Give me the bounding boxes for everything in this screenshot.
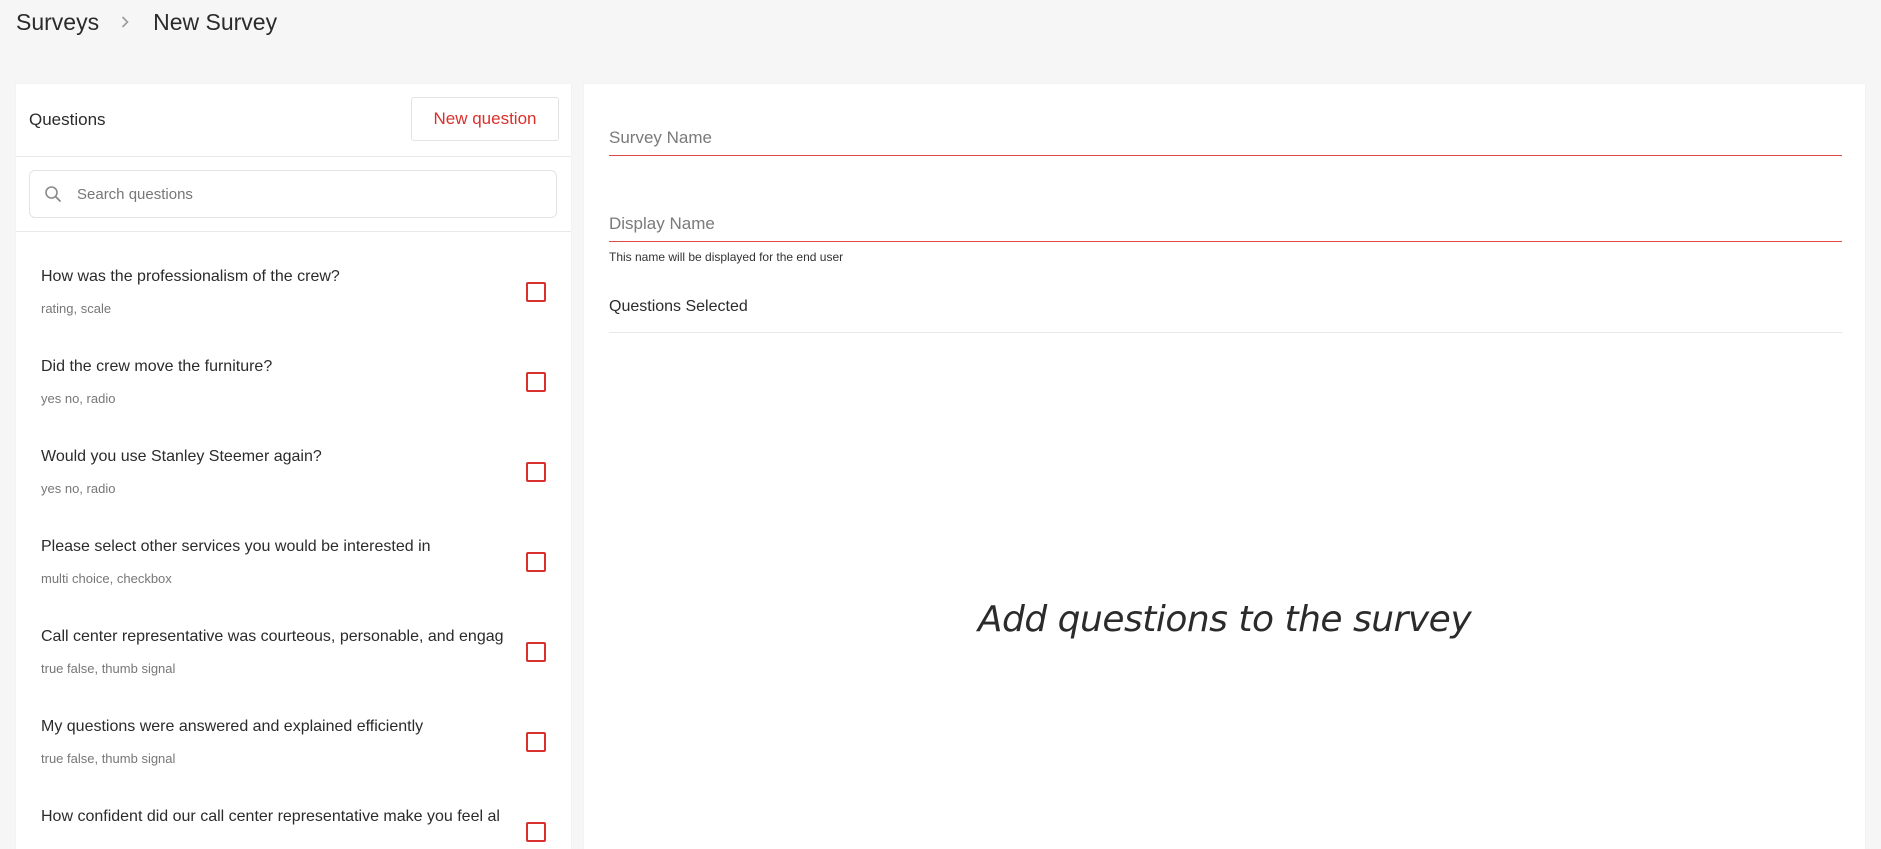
display-name-helper-text: This name will be displayed for the end … [609, 250, 844, 264]
question-text: Call center representative was courteous… [41, 628, 504, 645]
question-checkbox[interactable] [526, 282, 546, 302]
search-box[interactable] [29, 170, 557, 218]
question-tags: yes no, radio [41, 391, 116, 406]
search-bar [16, 157, 571, 232]
question-text: My questions were answered and explained… [41, 718, 424, 735]
search-input[interactable] [75, 184, 519, 204]
page-title: New Survey [153, 8, 278, 35]
question-item[interactable]: Would you use Stanley Steemer again? yes… [16, 440, 571, 530]
questions-selected-title: Questions Selected [609, 298, 748, 315]
question-checkbox[interactable] [526, 642, 546, 662]
question-item[interactable]: Please select other services you would b… [16, 530, 571, 620]
search-icon [44, 185, 62, 203]
chevron-right-icon [119, 16, 131, 28]
questions-panel: Questions New question How was the profe… [16, 84, 571, 849]
survey-name-field [609, 128, 1842, 156]
questions-panel-header: Questions New question [16, 84, 571, 157]
question-text: Please select other services you would b… [41, 538, 431, 555]
question-item[interactable]: Did the crew move the furniture? yes no,… [16, 350, 571, 440]
question-list: How was the professionalism of the crew?… [16, 260, 571, 849]
question-checkbox[interactable] [526, 372, 546, 392]
survey-name-input[interactable] [609, 128, 1842, 155]
display-name-field [609, 214, 1842, 242]
survey-form-panel: This name will be displayed for the end … [584, 84, 1865, 849]
question-tags: true false, thumb signal [41, 751, 176, 766]
breadcrumb-surveys-link[interactable]: Surveys [16, 9, 99, 36]
divider [609, 332, 1842, 333]
question-tags: multi choice, checkbox [41, 571, 172, 586]
question-checkbox[interactable] [526, 552, 546, 572]
question-item[interactable]: How was the professionalism of the crew?… [16, 260, 571, 350]
question-tags: yes no, radio [41, 481, 116, 496]
question-item[interactable]: Call center representative was courteous… [16, 620, 571, 710]
question-text: Would you use Stanley Steemer again? [41, 448, 322, 465]
question-item[interactable]: My questions were answered and explained… [16, 710, 571, 800]
display-name-input[interactable] [609, 214, 1842, 241]
question-text: How confident did our call center repres… [41, 808, 500, 825]
question-item[interactable]: How confident did our call center repres… [16, 800, 571, 849]
empty-state-message: Add questions to the survey [977, 599, 1472, 640]
question-checkbox[interactable] [526, 822, 546, 842]
questions-panel-title: Questions [29, 110, 106, 129]
question-text: How was the professionalism of the crew? [41, 268, 340, 285]
question-checkbox[interactable] [526, 462, 546, 482]
question-checkbox[interactable] [526, 732, 546, 752]
question-tags: true false, thumb signal [41, 661, 176, 676]
breadcrumb: Surveys New Survey [16, 7, 277, 37]
question-text: Did the crew move the furniture? [41, 358, 273, 375]
new-question-button[interactable]: New question [411, 97, 559, 141]
question-tags: rating, scale [41, 301, 112, 316]
